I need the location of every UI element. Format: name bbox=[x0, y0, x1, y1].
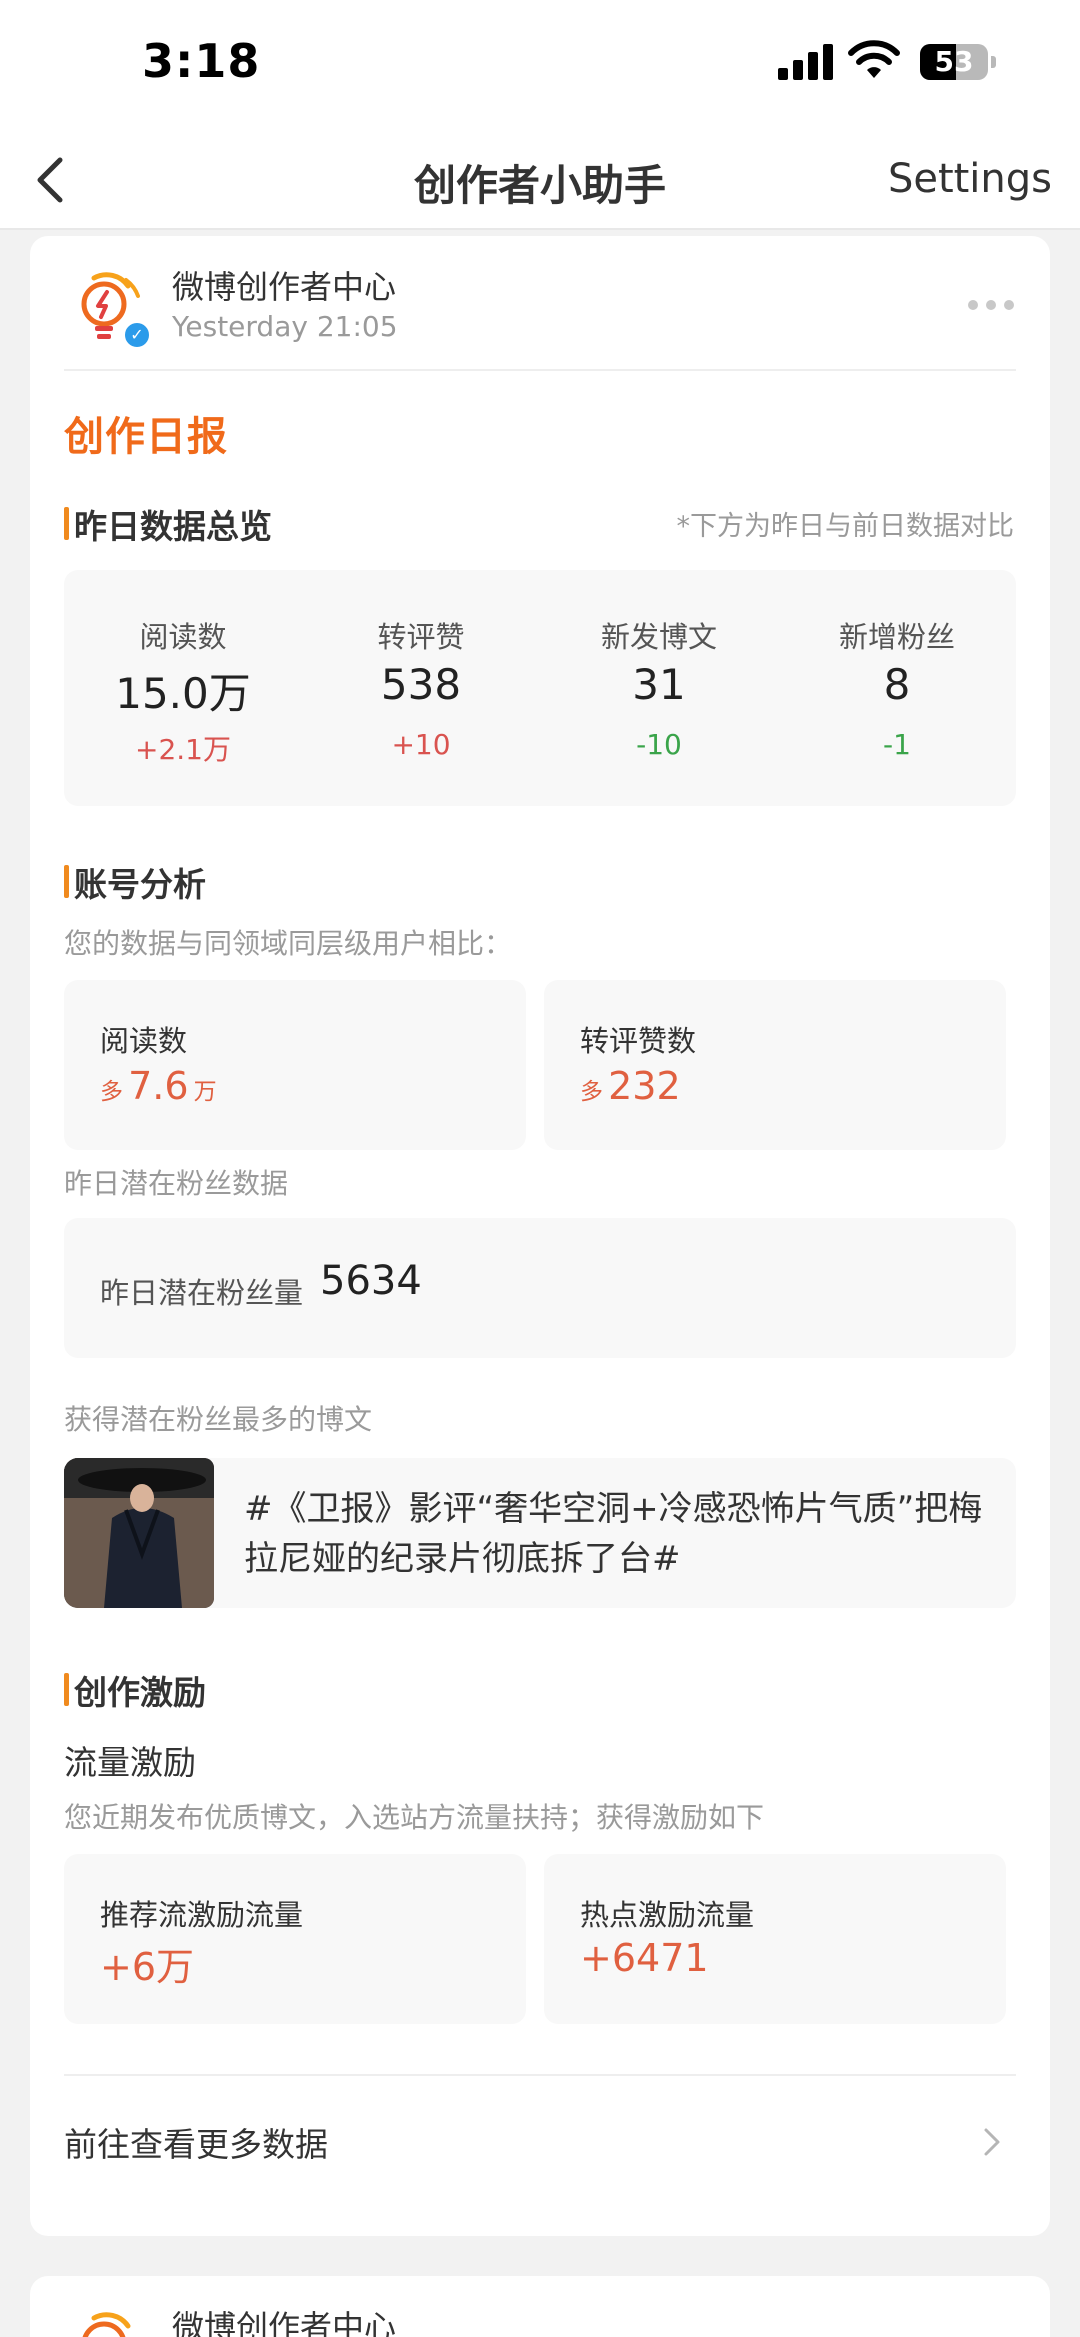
battery-cap bbox=[991, 56, 996, 68]
stat-label: 新发博文 bbox=[600, 620, 717, 654]
stat-value: 15.0万 bbox=[115, 669, 251, 718]
compare-label: 转评赞数 bbox=[580, 1024, 697, 1058]
status-time: 3:18 bbox=[142, 34, 261, 88]
view-more-label: 前往查看更多数据 bbox=[64, 2125, 328, 2164]
post-timestamp: Yesterday 21:05 bbox=[172, 310, 398, 343]
signal-icon bbox=[778, 44, 834, 80]
reward-value: +6471 bbox=[580, 1936, 709, 1980]
avatar[interactable] bbox=[64, 2306, 148, 2337]
stat-reads: 阅读数 15.0万 +2.1万 bbox=[64, 570, 302, 806]
post-thumbnail bbox=[64, 1458, 214, 1608]
stat-label: 阅读数 bbox=[139, 620, 227, 654]
top-post-title: #《卫报》影评“奢华空洞+冷感恐怖片气质”把梅拉尼娅的纪录片彻底拆了台# bbox=[244, 1489, 983, 1579]
potential-fans-box: 昨日潜在粉丝量 5634 bbox=[64, 1218, 1016, 1358]
settings-button[interactable]: Settings bbox=[888, 156, 1052, 202]
compare-suffix: 万 bbox=[193, 1079, 217, 1105]
compare-value: 多 232 bbox=[580, 1064, 681, 1108]
stat-new-posts: 新发博文 31 -10 bbox=[540, 570, 778, 806]
analysis-hint: 您的数据与同领域同层级用户相比： bbox=[64, 927, 513, 960]
account-name[interactable]: 微博创作者中心 bbox=[172, 2302, 396, 2337]
report-title: 创作日报 bbox=[64, 414, 228, 460]
compare-prefix: 多 bbox=[100, 1079, 123, 1105]
incentive-hint: 您近期发布优质博文，入选站方流量扶持；获得激励如下 bbox=[64, 1801, 765, 1834]
account-name[interactable]: 微博创作者中心 bbox=[172, 262, 396, 308]
compare-reads-card: 阅读数 多 7.6 万 bbox=[64, 980, 526, 1150]
stat-label: 新增粉丝 bbox=[838, 620, 955, 654]
stat-delta: +2.1万 bbox=[135, 733, 231, 766]
reward-label: 推荐流激励流量 bbox=[100, 1898, 304, 1932]
compare-engagement-card: 转评赞数 多 232 bbox=[544, 980, 1006, 1150]
stat-value: 31 bbox=[632, 660, 686, 709]
wifi-icon bbox=[848, 40, 900, 78]
divider bbox=[64, 369, 1016, 371]
overview-note: *下方为昨日与前日数据对比 bbox=[676, 511, 1015, 542]
incentive-subtitle: 流量激励 bbox=[64, 1743, 196, 1782]
top-post-link[interactable]: #《卫报》影评“奢华空洞+冷感恐怖片气质”把梅拉尼娅的纪录片彻底拆了台# bbox=[64, 1458, 1016, 1608]
daily-report-card: ✓ 微博创作者中心 Yesterday 21:05 创作日报 昨日数据总览 *下… bbox=[30, 236, 1050, 2236]
recommend-reward-card: 推荐流激励流量 +6万 bbox=[64, 1854, 526, 2024]
fans-hint: 昨日潜在粉丝数据 bbox=[64, 1167, 289, 1200]
lightbulb-logo-icon bbox=[82, 2312, 131, 2337]
battery-icon: 53 bbox=[920, 44, 988, 80]
stat-delta: -10 bbox=[636, 728, 682, 761]
top-post-hint: 获得潜在粉丝最多的博文 bbox=[64, 1403, 373, 1436]
section-title-analysis: 账号分析 bbox=[64, 858, 206, 906]
stat-delta: -1 bbox=[883, 728, 911, 761]
stat-value: 8 bbox=[883, 660, 911, 709]
compare-number: 7.6 bbox=[128, 1064, 189, 1108]
divider bbox=[64, 2074, 1016, 2076]
nav-bar: 创作者小助手 Settings bbox=[0, 130, 1080, 230]
compare-label: 阅读数 bbox=[100, 1024, 188, 1058]
stat-delta: +10 bbox=[391, 728, 451, 761]
battery-level: 53 bbox=[934, 45, 974, 78]
overview-stats: 阅读数 15.0万 +2.1万 转评赞 538 +10 新发博文 31 -10 … bbox=[64, 570, 1016, 806]
compare-value: 多 7.6 万 bbox=[100, 1064, 217, 1108]
view-more-data-link[interactable]: 前往查看更多数据 bbox=[64, 2108, 1016, 2178]
section-title-overview: 昨日数据总览 bbox=[64, 500, 272, 548]
chevron-right-icon bbox=[984, 2128, 1000, 2156]
fans-label: 昨日潜在粉丝量 bbox=[100, 1276, 304, 1310]
fans-value: 5634 bbox=[320, 1258, 422, 1304]
section-title-incentive: 创作激励 bbox=[64, 1666, 206, 1714]
compare-number: 232 bbox=[608, 1064, 681, 1108]
compare-prefix: 多 bbox=[580, 1079, 603, 1105]
hotspot-reward-card: 热点激励流量 +6471 bbox=[544, 1854, 1006, 2024]
more-dots-icon[interactable] bbox=[968, 300, 1014, 312]
reward-label: 热点激励流量 bbox=[580, 1898, 755, 1932]
reward-value: +6万 bbox=[100, 1945, 195, 1989]
verified-badge-icon: ✓ bbox=[122, 320, 152, 350]
stat-value: 538 bbox=[380, 660, 462, 709]
status-bar: 3:18 53 bbox=[0, 0, 1080, 130]
next-report-card: 微博创作者中心 bbox=[30, 2276, 1050, 2337]
stat-engagement: 转评赞 538 +10 bbox=[302, 570, 540, 806]
stat-label: 转评赞 bbox=[377, 620, 465, 654]
stat-new-fans: 新增粉丝 8 -1 bbox=[778, 570, 1016, 806]
